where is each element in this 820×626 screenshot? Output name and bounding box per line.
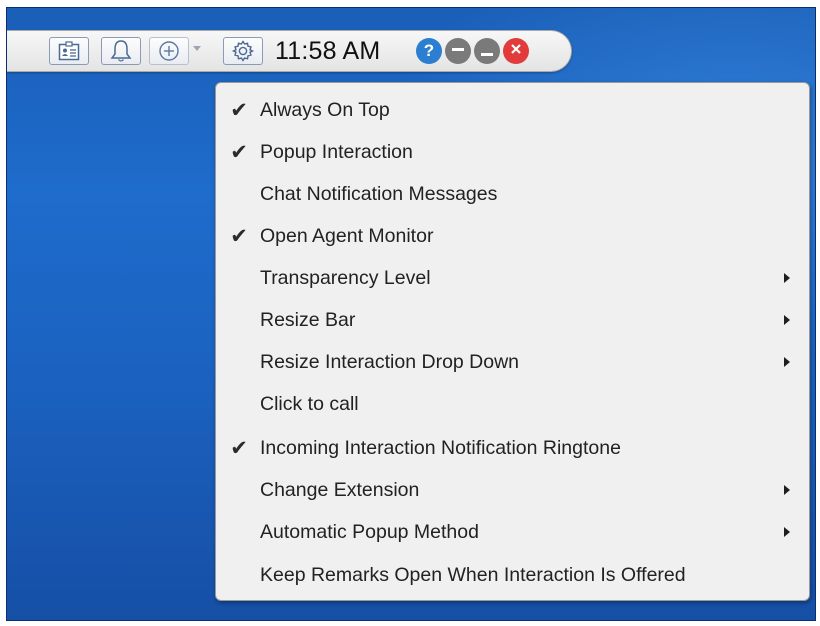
close-button[interactable] bbox=[503, 38, 529, 64]
menu-item-label: Resize Interaction Drop Down bbox=[260, 350, 520, 373]
submenu-arrow-icon bbox=[784, 315, 790, 325]
menu-item-label: Chat Notification Messages bbox=[260, 182, 498, 205]
submenu-arrow-icon bbox=[784, 485, 790, 495]
submenu-arrow-icon bbox=[784, 273, 790, 283]
menu-item-label: Click to call bbox=[260, 392, 359, 415]
menu-item-always-on-top[interactable]: ✔ Always On Top bbox=[216, 89, 809, 131]
restore-icon bbox=[481, 52, 493, 56]
menu-item-resize-bar[interactable]: Resize Bar bbox=[216, 299, 809, 341]
bell-icon bbox=[110, 39, 132, 63]
menu-item-label: Change Extension bbox=[260, 478, 420, 501]
submenu-arrow-icon bbox=[784, 357, 790, 367]
menu-item-label: Open Agent Monitor bbox=[260, 224, 434, 247]
check-icon: ✔ bbox=[230, 140, 248, 164]
menu-item-change-extension[interactable]: Change Extension bbox=[216, 469, 809, 511]
help-button[interactable]: ? bbox=[416, 38, 442, 64]
menu-item-label: Transparency Level bbox=[260, 266, 431, 289]
add-circle-icon bbox=[158, 40, 180, 62]
contact-card-button[interactable] bbox=[49, 37, 89, 65]
chevron-down-icon[interactable] bbox=[193, 46, 201, 51]
agent-toolbar: 11:58 AM ? bbox=[7, 30, 572, 72]
settings-button[interactable] bbox=[223, 37, 263, 65]
menu-item-incoming-interaction-notification-ringtone[interactable]: ✔ Incoming Interaction Notification Ring… bbox=[216, 427, 809, 469]
minimize-icon bbox=[452, 47, 464, 51]
menu-item-chat-notification-messages[interactable]: Chat Notification Messages bbox=[216, 173, 809, 215]
submenu-arrow-icon bbox=[784, 527, 790, 537]
menu-item-click-to-call[interactable]: Click to call bbox=[216, 383, 809, 425]
add-interaction-button[interactable] bbox=[149, 37, 189, 65]
minimize-button[interactable] bbox=[445, 38, 471, 64]
menu-item-resize-interaction-drop-down[interactable]: Resize Interaction Drop Down bbox=[216, 341, 809, 383]
menu-item-automatic-popup-method[interactable]: Automatic Popup Method bbox=[216, 511, 809, 553]
close-icon bbox=[510, 42, 522, 60]
check-icon: ✔ bbox=[230, 436, 248, 460]
menu-item-label: Resize Bar bbox=[260, 308, 356, 331]
gear-icon bbox=[231, 39, 255, 63]
menu-item-open-agent-monitor[interactable]: ✔ Open Agent Monitor bbox=[216, 215, 809, 257]
clock-time: 11:58 AM bbox=[275, 37, 381, 65]
restore-button[interactable] bbox=[474, 38, 500, 64]
menu-item-label: Incoming Interaction Notification Ringto… bbox=[260, 436, 621, 459]
menu-item-keep-remarks-open[interactable]: Keep Remarks Open When Interaction Is Of… bbox=[216, 554, 809, 596]
menu-item-label: Always On Top bbox=[260, 98, 390, 121]
menu-item-popup-interaction[interactable]: ✔ Popup Interaction bbox=[216, 131, 809, 173]
notifications-button[interactable] bbox=[101, 37, 141, 65]
check-icon: ✔ bbox=[230, 98, 248, 122]
menu-item-label: Popup Interaction bbox=[260, 140, 413, 163]
menu-item-label: Automatic Popup Method bbox=[260, 520, 479, 543]
contact-card-icon bbox=[58, 41, 80, 61]
check-icon: ✔ bbox=[230, 224, 248, 248]
menu-item-label: Keep Remarks Open When Interaction Is Of… bbox=[260, 563, 686, 586]
settings-menu: ✔ Always On Top ✔ Popup Interaction Chat… bbox=[215, 82, 810, 601]
menu-item-transparency-level[interactable]: Transparency Level bbox=[216, 257, 809, 299]
help-icon: ? bbox=[423, 41, 435, 60]
